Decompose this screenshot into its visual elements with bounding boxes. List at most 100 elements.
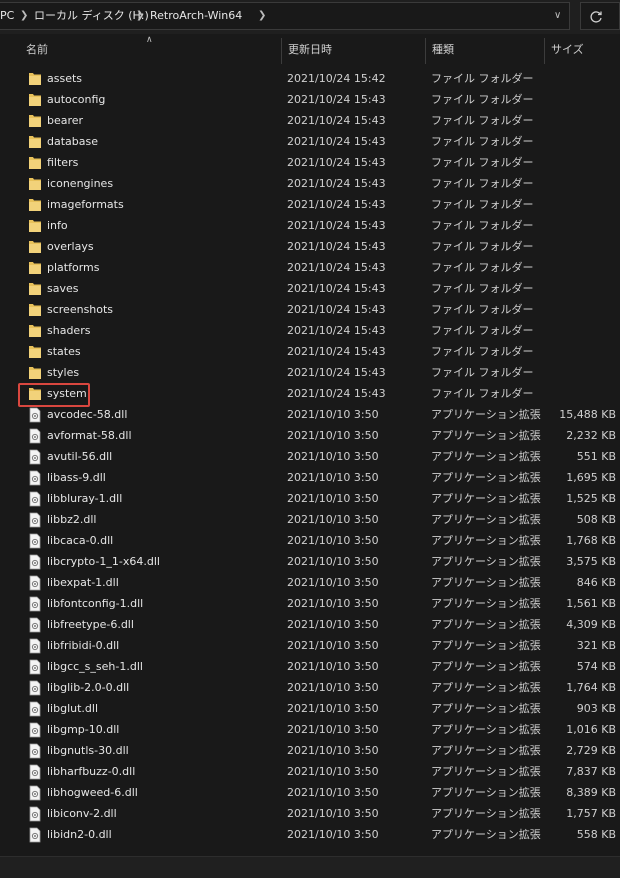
folder-row[interactable]: overlays 2021/10/24 15:43 ファイル フォルダー — [0, 237, 620, 258]
item-name: platforms — [47, 261, 100, 274]
sort-ascending-icon: ∧ — [146, 35, 153, 45]
breadcrumb-folder[interactable]: RetroArch-Win64 — [150, 9, 242, 23]
item-name: shaders — [47, 324, 91, 337]
item-type: アプリケーション拡張 — [431, 618, 541, 631]
column-divider[interactable] — [425, 38, 426, 64]
file-row[interactable]: libbluray-1.dll 2021/10/10 3:50 アプリケーション拡張… — [0, 489, 620, 510]
file-row[interactable]: libgcc_s_seh-1.dll 2021/10/10 3:50 アプリケーショ… — [0, 657, 620, 678]
breadcrumb-separator-icon[interactable]: ❯ — [136, 9, 144, 23]
column-divider[interactable] — [544, 38, 545, 64]
chevron-down-icon[interactable]: ∨ — [554, 9, 561, 23]
item-type: ファイル フォルダー — [431, 72, 534, 85]
file-row[interactable]: libgnutls-30.dll 2021/10/10 3:50 アプリケーション拡… — [0, 741, 620, 762]
folder-row[interactable]: info 2021/10/24 15:43 ファイル フォルダー — [0, 216, 620, 237]
item-type: ファイル フォルダー — [431, 282, 534, 295]
column-divider[interactable] — [281, 38, 282, 64]
item-type: ファイル フォルダー — [431, 303, 534, 316]
folder-row[interactable]: autoconfig 2021/10/24 15:43 ファイル フォルダー — [0, 90, 620, 111]
item-name: libgcc_s_seh-1.dll — [47, 660, 143, 673]
folder-icon — [28, 176, 42, 192]
column-header-type[interactable]: 種類 — [432, 43, 454, 57]
folder-row[interactable]: shaders 2021/10/24 15:43 ファイル フォルダー — [0, 321, 620, 342]
item-name: libcaca-0.dll — [47, 534, 114, 547]
folder-row[interactable]: screenshots 2021/10/24 15:43 ファイル フォルダー — [0, 300, 620, 321]
folder-row[interactable]: saves 2021/10/24 15:43 ファイル フォルダー — [0, 279, 620, 300]
refresh-button[interactable] — [580, 2, 620, 30]
item-name: libfribidi-0.dll — [47, 639, 120, 652]
folder-row[interactable]: platforms 2021/10/24 15:43 ファイル フォルダー — [0, 258, 620, 279]
folder-icon — [28, 113, 42, 129]
file-row[interactable]: libass-9.dll 2021/10/10 3:50 アプリケーション拡張 1,6… — [0, 468, 620, 489]
item-type: アプリケーション拡張 — [431, 765, 541, 778]
item-size: 1,016 KB — [566, 723, 616, 736]
item-type: ファイル フォルダー — [431, 135, 534, 148]
item-date: 2021/10/24 15:43 — [287, 387, 386, 400]
dll-file-icon — [28, 806, 42, 822]
file-row[interactable]: libbz2.dll 2021/10/10 3:50 アプリケーション拡張 508 K… — [0, 510, 620, 531]
file-row[interactable]: libfreetype-6.dll 2021/10/10 3:50 アプリケーション… — [0, 615, 620, 636]
item-name: libgmp-10.dll — [47, 723, 120, 736]
file-row[interactable]: libglib-2.0-0.dll 2021/10/10 3:50 アプリケーション… — [0, 678, 620, 699]
column-header-name[interactable]: 名前 — [26, 43, 48, 57]
item-date: 2021/10/24 15:43 — [287, 240, 386, 253]
folder-row[interactable]: imageformats 2021/10/24 15:43 ファイル フォルダー — [0, 195, 620, 216]
item-name: styles — [47, 366, 80, 379]
file-row[interactable]: libiconv-2.dll 2021/10/10 3:50 アプリケーション拡張 1… — [0, 804, 620, 825]
column-header-size[interactable]: サイズ — [551, 43, 584, 57]
breadcrumb-separator-icon[interactable]: ❯ — [20, 9, 28, 23]
breadcrumb-drive[interactable]: ローカル ディスク (H:) — [34, 9, 149, 23]
folder-icon — [28, 302, 42, 318]
dll-file-icon — [28, 638, 42, 654]
item-type: アプリケーション拡張 — [431, 492, 541, 505]
dll-file-icon — [28, 575, 42, 591]
file-row[interactable]: avformat-58.dll 2021/10/10 3:50 アプリケーション拡張… — [0, 426, 620, 447]
file-row[interactable]: libglut.dll 2021/10/10 3:50 アプリケーション拡張 903 … — [0, 699, 620, 720]
folder-row[interactable]: bearer 2021/10/24 15:43 ファイル フォルダー — [0, 111, 620, 132]
column-header-date[interactable]: 更新日時 — [288, 43, 332, 57]
file-row[interactable]: libfribidi-0.dll 2021/10/10 3:50 アプリケーション拡… — [0, 636, 620, 657]
file-row[interactable]: libgmp-10.dll 2021/10/10 3:50 アプリケーション拡張 1,… — [0, 720, 620, 741]
dll-file-icon — [28, 701, 42, 717]
item-date: 2021/10/24 15:42 — [287, 72, 386, 85]
folder-icon — [28, 92, 42, 108]
item-name: libharfbuzz-0.dll — [47, 765, 136, 778]
folder-row[interactable]: database 2021/10/24 15:43 ファイル フォルダー — [0, 132, 620, 153]
file-row[interactable]: libcrypto-1_1-x64.dll 2021/10/10 3:50 アプリケ… — [0, 552, 620, 573]
item-name: info — [47, 219, 68, 232]
file-row[interactable]: avutil-56.dll 2021/10/10 3:50 アプリケーション拡張 55… — [0, 447, 620, 468]
folder-row[interactable]: system 2021/10/24 15:43 ファイル フォルダー — [0, 384, 620, 405]
column-header-row: ∧ 名前 更新日時 種類 サイズ — [0, 35, 620, 64]
file-row[interactable]: libexpat-1.dll 2021/10/10 3:50 アプリケーション拡張 8… — [0, 573, 620, 594]
file-row[interactable]: libharfbuzz-0.dll 2021/10/10 3:50 アプリケーション… — [0, 762, 620, 783]
folder-row[interactable]: assets 2021/10/24 15:42 ファイル フォルダー — [0, 69, 620, 90]
item-date: 2021/10/10 3:50 — [287, 744, 379, 757]
file-row[interactable]: libfontconfig-1.dll 2021/10/10 3:50 アプリケーシ… — [0, 594, 620, 615]
item-type: アプリケーション拡張 — [431, 471, 541, 484]
breadcrumb-separator-icon[interactable]: ❯ — [258, 9, 266, 23]
item-type: アプリケーション拡張 — [431, 555, 541, 568]
item-type: ファイル フォルダー — [431, 345, 534, 358]
file-row[interactable]: libhogweed-6.dll 2021/10/10 3:50 アプリケーション拡… — [0, 783, 620, 804]
item-size: 2,729 KB — [566, 744, 616, 757]
breadcrumb-pc[interactable]: PC — [0, 9, 14, 23]
folder-icon — [28, 344, 42, 360]
item-type: アプリケーション拡張 — [431, 828, 541, 841]
file-row[interactable]: avcodec-58.dll 2021/10/10 3:50 アプリケーション拡張 1… — [0, 405, 620, 426]
folder-row[interactable]: styles 2021/10/24 15:43 ファイル フォルダー — [0, 363, 620, 384]
file-row[interactable]: libidn2-0.dll 2021/10/10 3:50 アプリケーション拡張 55… — [0, 825, 620, 846]
highlight-box — [18, 383, 90, 407]
folder-icon — [28, 260, 42, 276]
folder-icon — [28, 323, 42, 339]
folder-row[interactable]: iconengines 2021/10/24 15:43 ファイル フォルダー — [0, 174, 620, 195]
folder-row[interactable]: states 2021/10/24 15:43 ファイル フォルダー — [0, 342, 620, 363]
item-type: ファイル フォルダー — [431, 198, 534, 211]
item-size: 1,525 KB — [566, 492, 616, 505]
item-type: アプリケーション拡張 — [431, 723, 541, 736]
item-date: 2021/10/10 3:50 — [287, 723, 379, 736]
item-type: ファイル フォルダー — [431, 240, 534, 253]
dll-file-icon — [28, 596, 42, 612]
item-date: 2021/10/10 3:50 — [287, 471, 379, 484]
file-row[interactable]: libcaca-0.dll 2021/10/10 3:50 アプリケーション拡張 1,… — [0, 531, 620, 552]
folder-row[interactable]: filters 2021/10/24 15:43 ファイル フォルダー — [0, 153, 620, 174]
item-name: imageformats — [47, 198, 124, 211]
